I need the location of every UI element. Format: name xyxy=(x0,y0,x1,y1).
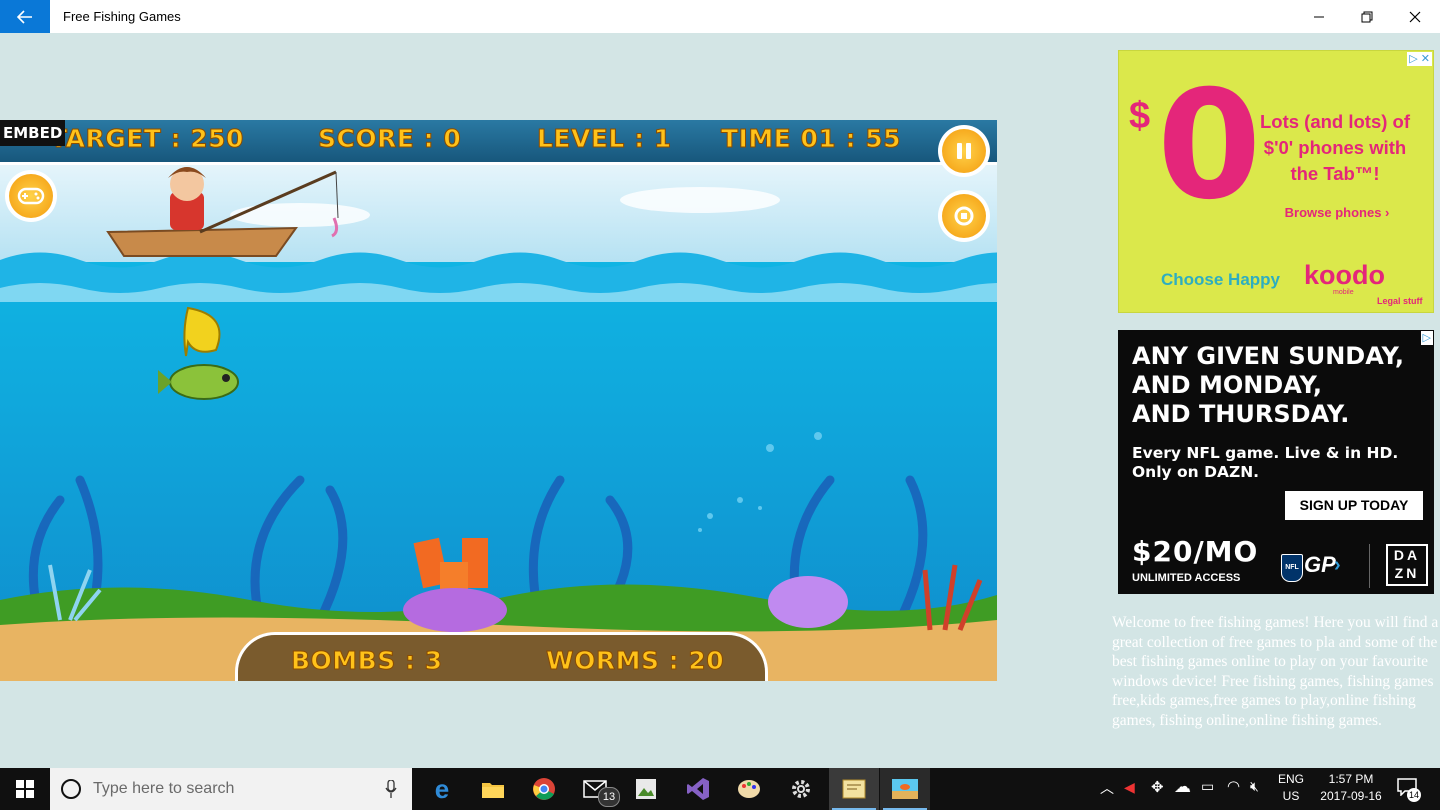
paint-palette-icon xyxy=(738,780,760,798)
close-button[interactable] xyxy=(1392,0,1438,33)
score-label: SCORE : 0 xyxy=(317,124,462,154)
target-label: TARGET : 250 xyxy=(50,124,244,154)
title-bar: Free Fishing Games xyxy=(0,0,1440,33)
taskbar-chrome[interactable] xyxy=(519,768,569,810)
wifi-icon[interactable]: ◠ xyxy=(1227,777,1240,795)
game-scene xyxy=(0,120,997,681)
clock[interactable]: 1:57 PM 2017-09-16 xyxy=(1310,771,1392,805)
certificate-app-icon xyxy=(842,779,866,799)
koodo-ad[interactable]: ▷ ✕ $ 0 Lots (and lots) of $'0' phones w… xyxy=(1118,50,1434,313)
score-hud: TARGET : 250 SCORE : 0 LEVEL : 1 TIME 01… xyxy=(0,120,997,165)
restart-icon xyxy=(954,206,974,226)
window-title: Free Fishing Games xyxy=(63,9,181,24)
windows-logo-icon xyxy=(16,780,34,798)
clock-time: 1:57 PM xyxy=(1328,772,1374,786)
ad-headline-line-2: AND MONDAY, xyxy=(1132,371,1323,399)
time-label: TIME 01 : 55 xyxy=(721,124,902,154)
ad-headline-line-1: ANY GIVEN SUNDAY, xyxy=(1132,342,1405,370)
worms-label: WORMS : 20 xyxy=(545,646,725,676)
dazn-logo: DA ZN xyxy=(1386,544,1428,586)
gp-arrow-icon: › xyxy=(1334,554,1341,576)
chrome-icon xyxy=(533,778,555,800)
taskbar-paint[interactable] xyxy=(724,768,774,810)
ad-dollar-sign: $ xyxy=(1129,95,1151,137)
fishing-game-icon xyxy=(892,779,918,799)
taskbar-fishing-games[interactable] xyxy=(880,768,930,810)
taskbar-visual-studio[interactable] xyxy=(673,768,723,810)
taskbar: Type here to search e 13 ︿ ◀ ✥ ☁ ▭ ◠ 🔇︎ … xyxy=(0,768,1440,810)
input-language[interactable]: ENG US xyxy=(1274,771,1308,805)
taskbar-mail[interactable]: 13 xyxy=(570,768,620,810)
gear-icon xyxy=(792,780,810,798)
dazn-ad[interactable]: ▷ ANY GIVEN SUNDAY, AND MONDAY, AND THUR… xyxy=(1118,330,1434,594)
ad-body-line-1: Every NFL game. Live & in HD. xyxy=(1132,444,1399,462)
speaker-alert-icon[interactable]: ◀ xyxy=(1124,779,1135,796)
ad-headline-line-3: AND THURSDAY. xyxy=(1132,400,1350,428)
visual-studio-icon xyxy=(687,778,709,800)
ad-zero-graphic: 0 xyxy=(1157,59,1262,233)
more-games-button[interactable] xyxy=(5,170,57,222)
bombs-label: BOMBS : 3 xyxy=(291,646,443,676)
restore-button[interactable] xyxy=(1344,0,1390,33)
ad-divider xyxy=(1369,544,1370,588)
volume-muted-icon[interactable]: 🔇︎ xyxy=(1250,778,1259,795)
gamepad-icon xyxy=(17,187,45,205)
nfl-shield-icon: NFL xyxy=(1281,554,1303,582)
level-label: LEVEL : 1 xyxy=(537,124,672,154)
back-button[interactable] xyxy=(0,0,50,33)
ad-price: $20/MO xyxy=(1132,535,1259,568)
ad-tagline: Choose Happy xyxy=(1161,270,1281,289)
adchoices-icon[interactable]: ▷ ✕ xyxy=(1407,52,1432,66)
minimize-button[interactable] xyxy=(1296,0,1342,33)
taskbar-edge[interactable]: e xyxy=(417,768,467,810)
search-placeholder: Type here to search xyxy=(93,780,235,797)
taskbar-file-explorer[interactable] xyxy=(468,768,518,810)
folder-icon xyxy=(482,783,504,798)
koodo-logo: koodo xyxy=(1304,260,1385,290)
region-code: US xyxy=(1282,789,1300,803)
restart-button[interactable] xyxy=(938,190,990,242)
search-box[interactable]: Type here to search xyxy=(50,768,412,810)
inventory-hud: BOMBS : 3 WORMS : 20 xyxy=(235,632,768,681)
embed-button[interactable]: EMBED xyxy=(0,120,66,146)
taskbar-store[interactable] xyxy=(621,768,671,810)
notification-count: 14 xyxy=(1407,788,1421,802)
edge-icon: e xyxy=(434,773,450,804)
mail-badge: 13 xyxy=(598,787,620,807)
ad-body-line-2: Only on DAZN. xyxy=(1132,463,1260,481)
microphone-icon[interactable] xyxy=(385,780,397,798)
cortana-icon xyxy=(61,779,81,799)
fishing-game-canvas[interactable]: TARGET : 250 SCORE : 0 LEVEL : 1 TIME 01… xyxy=(0,120,997,681)
legal-link[interactable]: Legal stuff xyxy=(1377,296,1423,306)
photo-app-icon xyxy=(636,779,656,799)
dropbox-icon[interactable]: ✥ xyxy=(1151,778,1164,796)
show-hidden-icons-chevron-icon[interactable]: ︿ xyxy=(1100,778,1114,798)
adchoices-icon[interactable]: ▷ xyxy=(1420,331,1433,345)
sign-up-button[interactable]: SIGN UP TODAY xyxy=(1285,491,1423,520)
close-icon xyxy=(1409,11,1421,22)
clock-date: 2017-09-16 xyxy=(1320,789,1382,803)
taskbar-settings[interactable] xyxy=(776,768,826,810)
onedrive-cloud-icon[interactable]: ☁ xyxy=(1174,777,1191,797)
nfl-gp-logo: GP xyxy=(1304,552,1336,577)
restore-icon xyxy=(1361,11,1373,22)
minimize-icon xyxy=(1314,16,1324,17)
battery-icon[interactable]: ▭ xyxy=(1201,778,1214,795)
koodo-logo-sub: mobile xyxy=(1333,289,1354,296)
language-code: ENG xyxy=(1277,772,1304,786)
welcome-text: Welcome to free fishing games! Here you … xyxy=(1112,614,1439,729)
browse-phones-link[interactable]: Browse phones › xyxy=(1269,205,1405,220)
dazn-logo-top: DA xyxy=(1393,547,1421,563)
taskbar-app-active[interactable] xyxy=(829,768,879,810)
back-arrow-icon xyxy=(17,9,32,24)
ad-headline: Lots (and lots) of $'0' phones with the … xyxy=(1259,111,1411,184)
start-button[interactable] xyxy=(0,768,50,810)
dazn-logo-bottom: ZN xyxy=(1394,565,1420,581)
pause-button[interactable] xyxy=(938,125,990,177)
pause-icon xyxy=(957,143,971,159)
action-center-button[interactable]: 14 xyxy=(1395,774,1423,804)
ad-price-sub: UNLIMITED ACCESS xyxy=(1132,572,1241,584)
